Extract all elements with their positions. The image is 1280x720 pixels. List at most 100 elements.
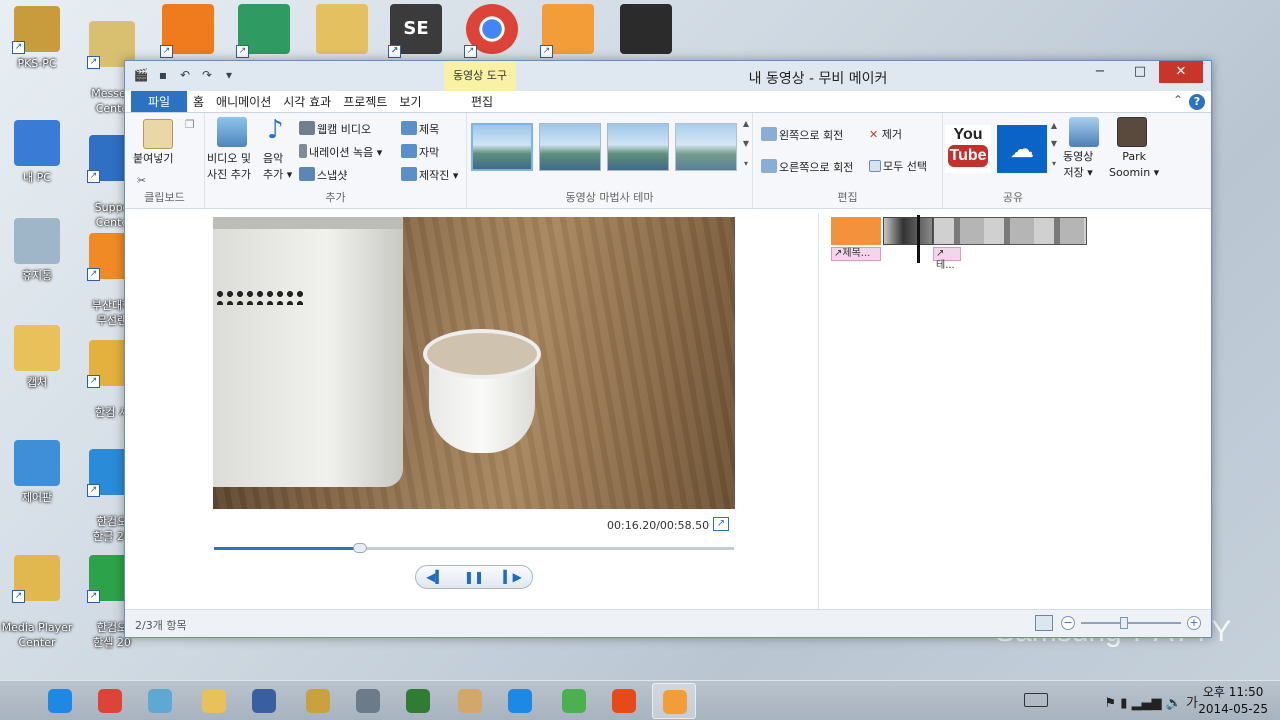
- clock[interactable]: 오후 11:50 2014-05-25: [1198, 684, 1268, 718]
- webcam-video-button[interactable]: 웹캠 비디오: [299, 121, 371, 138]
- tab-project[interactable]: 프로젝트: [337, 91, 393, 112]
- system-tray: ⚑ ▮ ▂▄▆ 🔊 가: [1104, 692, 1198, 711]
- slideshow-icon[interactable]: ↗: [160, 4, 214, 58]
- add-caption-button[interactable]: 자막: [401, 144, 439, 161]
- volume-icon[interactable]: 🔊: [1166, 696, 1182, 711]
- video-file-icon[interactable]: [620, 4, 672, 54]
- chrome-icon[interactable]: ↗: [464, 4, 518, 58]
- se-app-icon[interactable]: SE ↗: [388, 4, 442, 58]
- theme-thumbnail-fade[interactable]: [607, 123, 669, 171]
- folder-docs-icon[interactable]: [316, 4, 368, 54]
- maximize-button[interactable]: □: [1125, 61, 1155, 83]
- save-movie-button[interactable]: 동영상 저장 ▾: [1063, 149, 1093, 181]
- title-caption-tag[interactable]: ↗제목...: [831, 247, 881, 261]
- select-all-button[interactable]: 모두 선택: [869, 159, 927, 175]
- flag-icon[interactable]: ⚑: [1104, 696, 1116, 711]
- tab-edit[interactable]: 편집: [465, 91, 499, 113]
- network-icon[interactable]: ▂▄▆: [1132, 696, 1162, 711]
- zoom-out-icon[interactable]: −: [1061, 616, 1075, 630]
- copy-icon[interactable]: ❐: [185, 117, 195, 133]
- video-preview[interactable]: [213, 217, 735, 509]
- desktop-icon-my-pc[interactable]: 내 PC: [0, 120, 74, 185]
- fullscreen-icon[interactable]: ↗: [713, 517, 729, 531]
- touch-keyboard-icon[interactable]: [1024, 693, 1048, 707]
- tab-home[interactable]: 홈: [187, 91, 210, 112]
- taskbar-app[interactable]: [296, 683, 340, 719]
- taskbar-app[interactable]: [138, 683, 182, 719]
- remove-button[interactable]: ✕ 제거: [869, 127, 902, 143]
- add-music-button[interactable]: 음악 추가 ▾: [263, 151, 292, 183]
- add-credits-button[interactable]: 제작진 ▾: [401, 167, 458, 184]
- taskbar-app[interactable]: [88, 683, 132, 719]
- share-scroll-up-icon[interactable]: ▲: [1049, 121, 1059, 130]
- add-video-photo-button[interactable]: 비디오 및 사진 추가: [207, 151, 251, 183]
- seek-bar-thumb[interactable]: [352, 543, 367, 553]
- next-frame-icon[interactable]: ▍▶: [499, 570, 527, 584]
- previous-frame-icon[interactable]: ◀▍: [421, 570, 449, 584]
- close-button[interactable]: ✕: [1159, 61, 1203, 83]
- taskbar-app[interactable]: [602, 683, 646, 719]
- movie-maker-icon[interactable]: ↗: [540, 4, 594, 58]
- minimize-ribbon-icon[interactable]: ⌃: [1173, 93, 1183, 107]
- se-app-label: SE: [403, 18, 429, 39]
- taskbar-app[interactable]: [552, 683, 596, 719]
- desktop-icon-media-player[interactable]: ↗ Media Player Center: [0, 540, 74, 665]
- onedrive-cloud-icon[interactable]: ☁: [997, 125, 1047, 173]
- record-narration-button[interactable]: 내레이션 녹음 ▾: [299, 144, 382, 161]
- folder-icon: [14, 325, 60, 371]
- rotate-right-button[interactable]: 오른쪽으로 회전: [761, 159, 853, 176]
- rotate-right-label: 오른쪽으로 회전: [779, 161, 854, 174]
- youtube-button[interactable]: You Tube: [945, 125, 991, 173]
- webcam-icon: [299, 121, 315, 135]
- zoom-in-icon[interactable]: +: [1187, 616, 1201, 630]
- recycle-bin-icon: [14, 218, 60, 264]
- seek-bar[interactable]: [214, 543, 734, 553]
- theme-scroll-down-icon[interactable]: ▼: [741, 139, 751, 148]
- cut-icon[interactable]: ✂: [137, 173, 146, 189]
- theme-scroll-up-icon[interactable]: ▲: [741, 119, 751, 128]
- ime-indicator[interactable]: 가: [1186, 696, 1198, 711]
- share-more-icon[interactable]: ▾: [1049, 159, 1059, 168]
- zoom-slider-thumb[interactable]: [1120, 617, 1128, 629]
- snapshot-button[interactable]: 스냅샷: [299, 167, 347, 184]
- desktop-icon-control-panel[interactable]: 제어판: [0, 440, 74, 505]
- minimize-button[interactable]: −: [1085, 61, 1115, 83]
- video-clip-2[interactable]: [933, 217, 1087, 245]
- thumbnail-size-icon[interactable]: [1035, 615, 1053, 631]
- paste-button[interactable]: 붙여넣기: [133, 151, 173, 167]
- add-title-button[interactable]: 제목: [401, 121, 439, 138]
- taskbar-app[interactable]: [242, 683, 286, 719]
- title-clip[interactable]: [831, 217, 881, 245]
- video-clip-1[interactable]: [883, 217, 933, 245]
- theme-more-icon[interactable]: ▾: [741, 159, 751, 168]
- taskbar-app[interactable]: [448, 683, 492, 719]
- taskbar-app[interactable]: [396, 683, 440, 719]
- tab-animations[interactable]: 애니메이션: [210, 91, 277, 112]
- pause-icon[interactable]: ❚❚: [460, 570, 488, 584]
- theme-thumbnail-pan-zoom[interactable]: [675, 123, 737, 171]
- taskbar-app[interactable]: [192, 683, 236, 719]
- tab-view[interactable]: 보기: [393, 91, 427, 112]
- theme-thumbnail-contemporary[interactable]: [539, 123, 601, 171]
- help-icon[interactable]: ?: [1189, 94, 1205, 110]
- rotate-left-button[interactable]: 왼쪽으로 회전: [761, 127, 843, 144]
- zoom-slider[interactable]: − +: [1061, 616, 1201, 632]
- tab-visual-effects[interactable]: 시각 효과: [277, 91, 337, 112]
- power-icon[interactable]: ▮: [1120, 696, 1127, 711]
- text-caption-tag[interactable]: ↗테...: [933, 247, 961, 271]
- desktop-icon-recycle-bin[interactable]: 휴지통: [0, 218, 74, 283]
- share-scroll-down-icon[interactable]: ▼: [1049, 139, 1059, 148]
- taskbar-app[interactable]: [38, 683, 82, 719]
- taskbar-app[interactable]: [652, 683, 696, 719]
- sync-icon[interactable]: ↗: [236, 4, 290, 58]
- tab-file[interactable]: 파일: [131, 91, 187, 112]
- desktop-icon-pks-pc[interactable]: ↗ PKS-PC: [0, 6, 74, 71]
- user-account-button[interactable]: Park Soomin ▾: [1109, 149, 1159, 181]
- taskbar-app[interactable]: [346, 683, 390, 719]
- add-group: 비디오 및 사진 추가 ♪ 음악 추가 ▾ 웹캠 비디오 내레이션 녹음 ▾ 스…: [205, 113, 467, 209]
- desktop-icon-capture[interactable]: 캡처: [0, 325, 74, 390]
- storyboard-playhead[interactable]: [917, 215, 920, 263]
- ribbon-tabs: 파일 홈 애니메이션 시각 효과 프로젝트 보기 편집 ⌃ ?: [125, 91, 1211, 113]
- taskbar-app[interactable]: [498, 683, 542, 719]
- theme-thumbnail-default[interactable]: [471, 123, 533, 171]
